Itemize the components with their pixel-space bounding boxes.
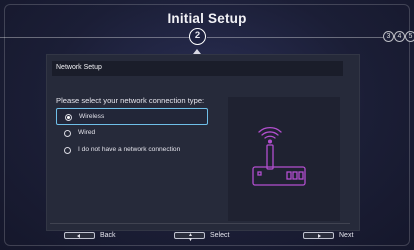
current-step-indicator: 2 (189, 28, 206, 45)
connection-type-options: Wireless Wired I do not have a network c… (56, 108, 208, 159)
right-arrow-key-icon (303, 231, 334, 239)
illustration-panel (228, 97, 340, 221)
up-down-arrow-key-icon: ▲ ▼ (174, 231, 205, 242)
connection-type-prompt: Please select your network connection ty… (56, 96, 205, 105)
radio-selected-icon (65, 113, 72, 121)
next-button[interactable]: Next (303, 229, 353, 241)
next-label: Next (339, 231, 354, 239)
footer-divider (50, 223, 350, 224)
option-no-network[interactable]: I do not have a network connection (56, 142, 208, 159)
select-label: Select (210, 231, 230, 239)
progress-line-right (207, 37, 383, 38)
step-indicator-4: 4 (394, 31, 405, 42)
option-wireless[interactable]: Wireless (56, 108, 208, 125)
select-button[interactable]: ▲ ▼ Select (174, 229, 230, 242)
radio-unselected-icon (64, 146, 71, 154)
back-label: Back (100, 231, 116, 239)
section-header: Network Setup (52, 61, 343, 76)
progress-line-left (0, 37, 189, 38)
option-label: Wired (78, 129, 96, 136)
step-indicator-5: 5 (405, 31, 414, 42)
page-title: Initial Setup (167, 11, 247, 26)
radio-unselected-icon (64, 129, 71, 137)
back-button[interactable]: Back (64, 229, 116, 241)
section-title: Network Setup (56, 64, 102, 71)
option-label: I do not have a network connection (78, 146, 181, 153)
step-indicator-3: 3 (383, 31, 394, 42)
left-arrow-key-icon (64, 231, 95, 239)
option-label: Wireless (79, 113, 105, 120)
option-wired[interactable]: Wired (56, 125, 208, 142)
wireless-router-icon (252, 126, 306, 186)
